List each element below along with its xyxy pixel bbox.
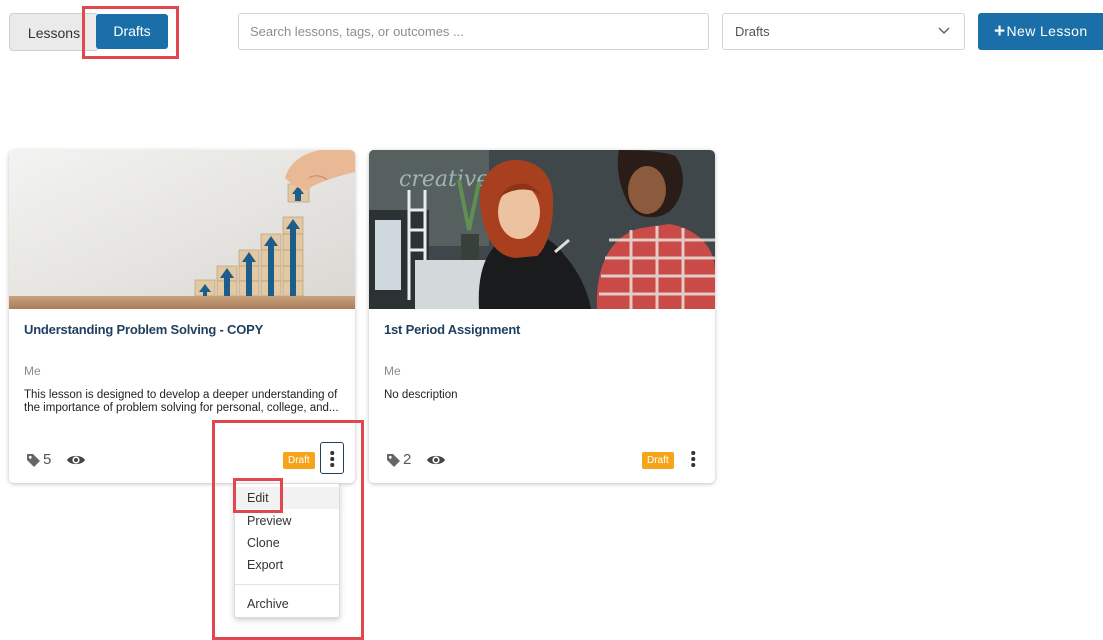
lesson-description: No description [384,389,458,401]
tag-icon [27,454,40,467]
menu-item-edit[interactable]: Edit [235,487,339,509]
eye-icon [67,455,85,465]
lesson-title[interactable]: 1st Period Assignment [384,322,520,337]
plus-icon: + [994,21,1006,42]
lesson-thumbnail [9,150,355,309]
lesson-description: This lesson is designed to develop a dee… [24,389,339,414]
lesson-card[interactable]: creative 1st Period Assignment Me No des… [369,150,715,483]
more-vertical-icon [691,451,695,455]
menu-item-clone[interactable]: Clone [235,532,339,554]
new-lesson-button[interactable]: +New Lesson [978,13,1103,50]
new-lesson-label: New Lesson [1006,23,1088,39]
more-options-button[interactable] [320,442,344,474]
menu-item-archive[interactable]: Archive [235,593,339,615]
eye-icon [427,455,445,465]
more-vertical-icon [330,451,334,455]
menu-item-export[interactable]: Export [235,554,339,576]
lesson-tabs: Lessons Drafts [9,13,178,51]
lesson-author: Me [24,364,41,378]
more-options-button[interactable] [681,443,705,475]
status-badge: Draft [642,452,674,469]
lesson-card[interactable]: Understanding Problem Solving - COPY Me … [9,150,355,483]
lesson-thumbnail: creative [369,150,715,309]
tag-count: 5 [43,451,52,468]
tag-count: 2 [403,451,412,468]
search-input[interactable] [238,13,709,50]
tab-drafts[interactable]: Drafts [96,14,168,49]
lesson-author: Me [384,364,401,378]
tag-icon [387,454,400,467]
card-actions-menu: Edit Preview Clone Export Archive [234,483,340,618]
status-filter-value: Drafts [735,24,770,39]
status-badge: Draft [283,452,315,469]
status-filter-select[interactable]: Drafts [722,13,965,50]
lesson-title[interactable]: Understanding Problem Solving - COPY [24,322,263,337]
chevron-down-icon [938,27,950,35]
menu-divider [235,584,339,585]
tab-lessons[interactable]: Lessons [9,13,99,51]
menu-item-preview[interactable]: Preview [235,510,339,532]
